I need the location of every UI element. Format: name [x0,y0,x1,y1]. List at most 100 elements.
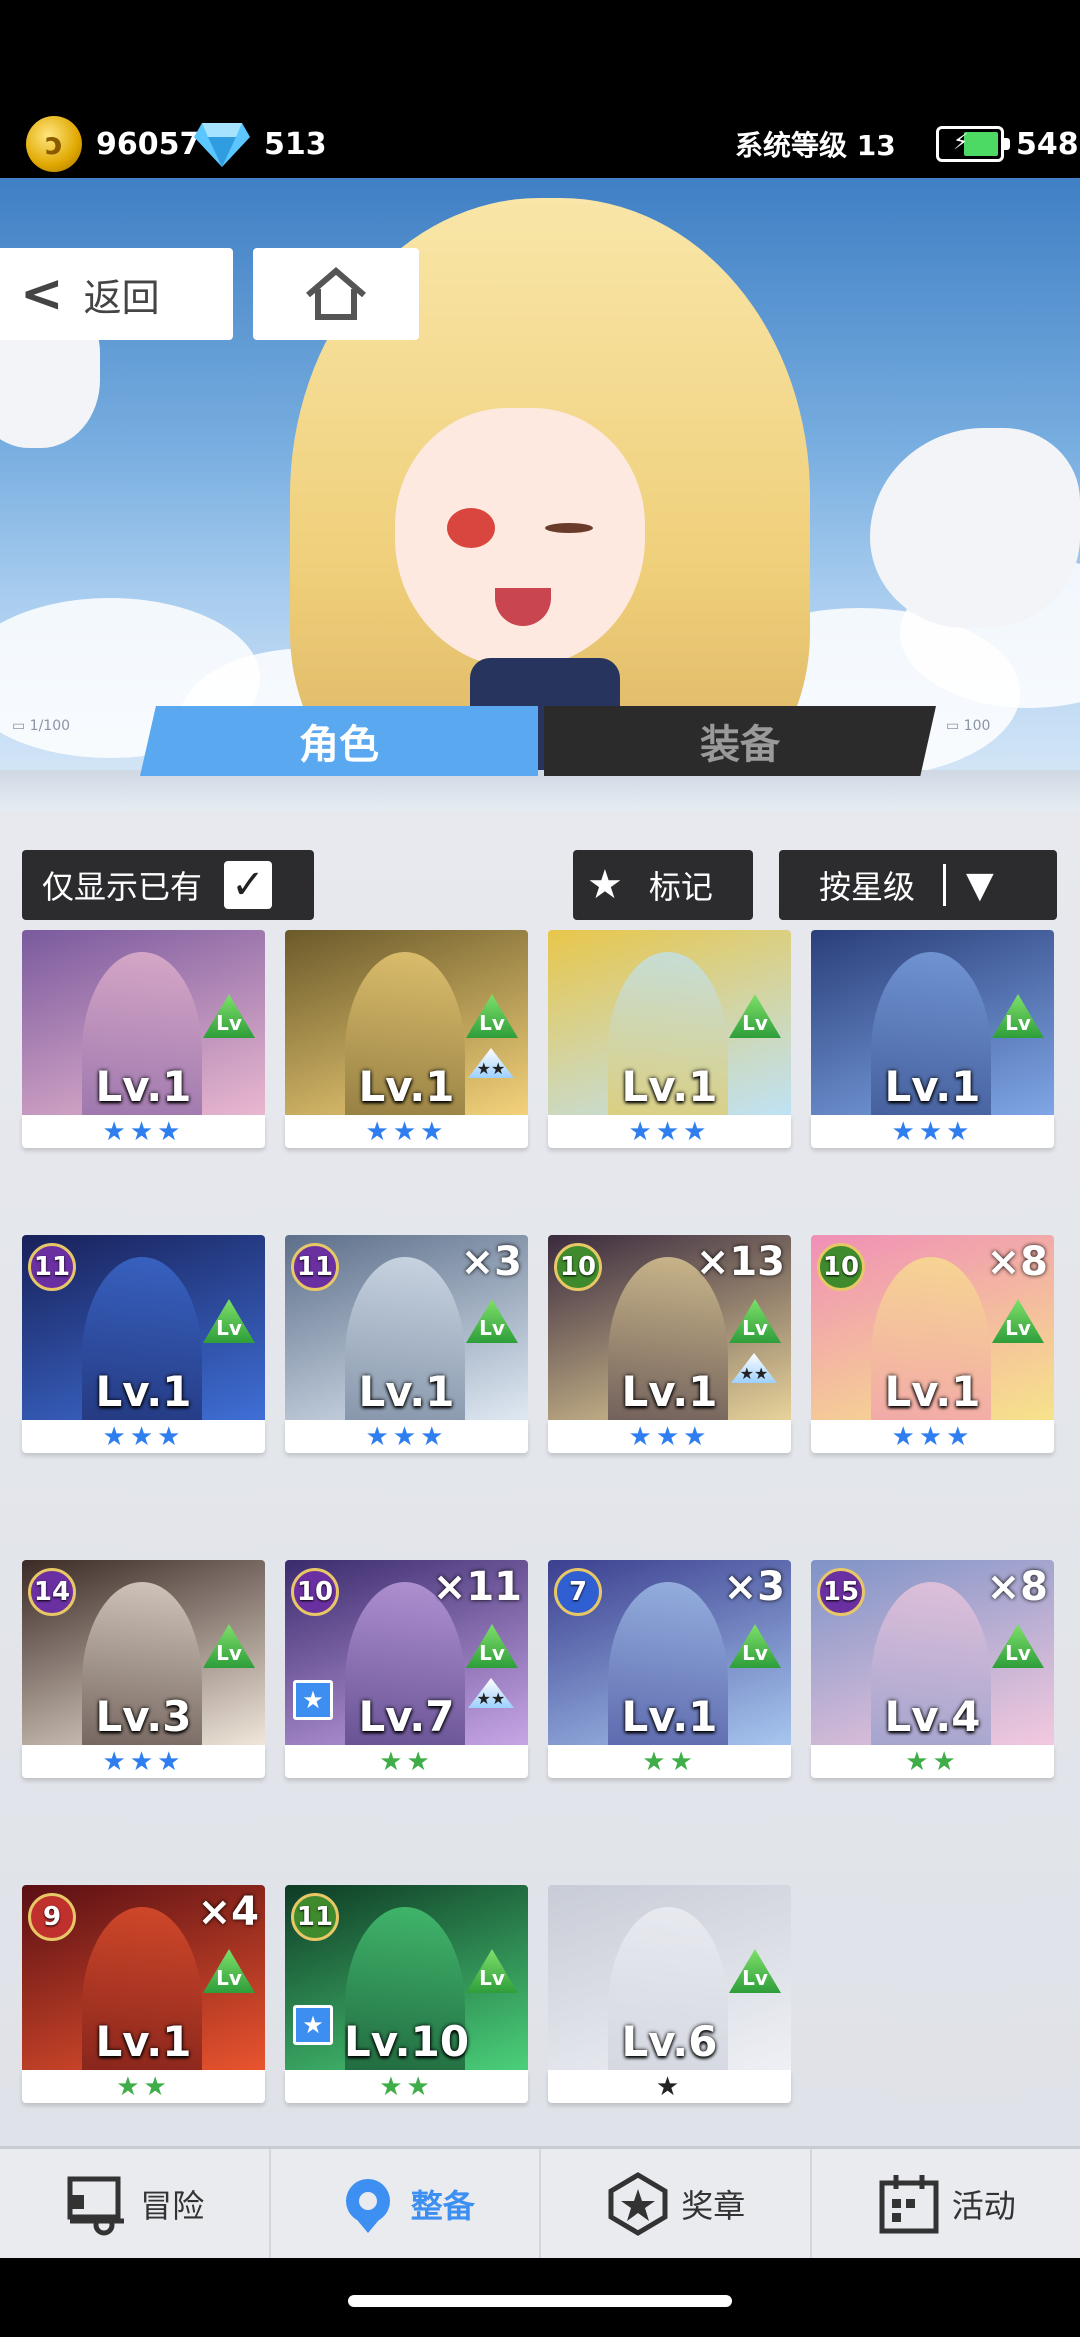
home-button[interactable] [253,248,419,340]
character-card[interactable]: 11 ×3 Lv Lv.1 ★★★ [285,1235,528,1453]
owned-only-label: 仅显示已有 [42,868,203,906]
character-card[interactable]: 10 ×8 Lv Lv.1 ★★★ [811,1235,1054,1453]
character-portrait: Lv Lv.6 [548,1885,791,2070]
coin-counter: ↄ 96057 [26,116,201,172]
dove-right [870,428,1080,628]
tab-bar: ▭ 1/100 ▭ 100 角色 装备 [0,700,1080,820]
roster-panel: 仅显示已有 ✓ ★ 标记 按星级 ▼ Lv Lv.1 ★★★ Lv ★★ Lv.1 ★★★ L… [0,810,1080,2146]
nav-maintenance-label: 整备 [410,2186,475,2225]
character-card[interactable]: 15 ×8 Lv Lv.4 ★★ [811,1560,1054,1778]
character-card[interactable]: 11 Lv ★ Lv.10 ★★ [285,1885,528,2103]
character-level: Lv.1 [621,1062,718,1111]
character-portrait: 10 ×8 Lv Lv.1 [811,1235,1054,1420]
back-button[interactable]: < 返回 [0,248,233,340]
level-up-arrow-icon: Lv [203,1624,255,1668]
character-grid: Lv Lv.1 ★★★ Lv ★★ Lv.1 ★★★ Lv Lv.1 ★★★ Lv Lv.1 ★★★ 11… [0,930,1080,2146]
star-rating: ★★★ [22,1115,265,1148]
rarity-level-badge: 11 [291,1243,339,1291]
character-portrait: 14 Lv Lv.3 [22,1560,265,1745]
duplicate-count: ×3 [460,1239,522,1285]
level-up-arrow-icon: Lv [729,1624,781,1668]
star-rating: ★★ [548,1745,791,1778]
rarity-level-badge: 10 [817,1243,865,1291]
sort-label: 按星级 [819,868,916,906]
character-card[interactable]: 11 Lv Lv.1 ★★★ [22,1235,265,1453]
character-level: Lv.1 [95,1062,192,1111]
level-up-arrow-icon: Lv [466,1949,518,1993]
owned-only-toggle[interactable]: 仅显示已有 ✓ [22,850,314,920]
character-portrait: 10 ×11 Lv ★★ ★ Lv.7 [285,1560,528,1745]
character-portrait: 15 ×8 Lv Lv.4 [811,1560,1054,1745]
character-card[interactable]: 14 Lv Lv.3 ★★★ [22,1560,265,1778]
tab-characters[interactable]: 角色 [140,706,538,776]
character-card[interactable]: 10 ×13 Lv ★★ Lv.1 ★★★ [548,1235,791,1453]
character-card[interactable]: 9 ×4 Lv Lv.1 ★★ [22,1885,265,2103]
star-rating: ★★ [285,2070,528,2103]
level-up-arrow-icon: Lv [992,994,1044,1038]
tab-equipment[interactable]: 装备 [544,706,936,776]
character-level: Lv.1 [884,1062,981,1111]
mark-button[interactable]: ★ 标记 [573,850,753,920]
character-face [395,408,645,668]
star-rating: ★★ [285,1745,528,1778]
nav-adventure[interactable]: 冒险 [0,2149,271,2258]
character-portrait: 11 ×3 Lv Lv.1 [285,1235,528,1420]
character-level: Lv.1 [358,1062,455,1111]
checkmark-icon: ✓ [224,861,273,909]
character-card[interactable]: Lv Lv.1 ★★★ [811,930,1054,1148]
character-card[interactable]: Lv Lv.1 ★★★ [548,930,791,1148]
character-card[interactable]: Lv ★★ Lv.1 ★★★ [285,930,528,1148]
rarity-level-badge: 11 [291,1893,339,1941]
star-rating: ★★★ [22,1420,265,1453]
character-portrait: Lv Lv.1 [22,930,265,1115]
nav-events[interactable]: 活动 [812,2149,1080,2258]
rarity-level-badge: 10 [554,1243,602,1291]
level-up-arrow-icon: Lv [466,1299,518,1343]
nav-medals-label: 奖章 [681,2186,746,2225]
star-rating: ★★★ [548,1115,791,1148]
filter-bar: 仅显示已有 ✓ ★ 标记 按星级 ▼ [0,850,1080,920]
nav-medals[interactable]: 奖章 [541,2149,812,2258]
star-rating: ★ [548,2070,791,2103]
gear-heart-icon [335,2171,401,2237]
character-level: Lv.3 [95,1692,192,1741]
energy-counter: ⚡ 548 [936,118,1079,170]
sort-dropdown[interactable]: 按星级 ▼ [779,850,1057,920]
rarity-level-badge: 11 [28,1243,76,1291]
star-rating: ★★★ [285,1115,528,1148]
character-card[interactable]: Lv Lv.1 ★★★ [22,930,265,1148]
character-card[interactable]: 7 ×3 Lv Lv.1 ★★ [548,1560,791,1778]
character-level: Lv.6 [621,2017,718,2066]
level-up-arrow-icon: Lv [203,1299,255,1343]
character-level: Lv.1 [95,1367,192,1416]
battery-icon: ⚡ [936,126,1010,162]
character-portrait: Lv ★★ Lv.1 [285,930,528,1115]
level-up-arrow-icon: Lv [729,1949,781,1993]
coin-value: 96057 [96,126,201,162]
gem-value: 513 [264,126,327,162]
nav-events-label: 活动 [951,2186,1016,2225]
character-card[interactable]: Lv Lv.6 ★ [548,1885,791,2103]
calendar-icon [876,2171,942,2237]
star-rating: ★★★ [811,1115,1054,1148]
star-rating: ★★ [811,1745,1054,1778]
character-portrait: 9 ×4 Lv Lv.1 [22,1885,265,2070]
character-card[interactable]: 10 ×11 Lv ★★ ★ Lv.7 ★★ [285,1560,528,1778]
character-portrait: Lv Lv.1 [548,930,791,1115]
level-up-arrow-icon: Lv [466,1624,518,1668]
level-up-arrow-icon: Lv [729,1299,781,1343]
nav-maintenance[interactable]: 整备 [271,2149,541,2258]
character-level: Lv.1 [621,1367,718,1416]
home-indicator [0,2258,1080,2337]
decor-right: ▭ 100 [946,718,991,734]
rarity-level-badge: 9 [28,1893,76,1941]
star-rating: ★★★ [548,1420,791,1453]
diamond-icon [194,123,250,167]
duplicate-count: ×8 [986,1564,1048,1610]
duplicate-count: ×13 [695,1239,785,1285]
duplicate-count: ×4 [197,1889,259,1935]
level-up-arrow-icon: Lv [992,1624,1044,1668]
star-rating: ★★★ [22,1745,265,1778]
star-rating: ★★ [22,2070,265,2103]
chevron-left-icon: < [20,264,64,324]
